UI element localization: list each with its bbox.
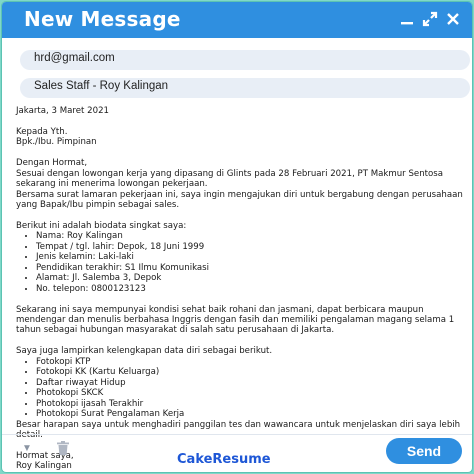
letter-intro-2: Bersama surat lamaran pekerjaan ini, say… <box>16 189 463 211</box>
bio-item-gender: Jenis kelamin: Laki-laki <box>36 252 464 262</box>
attachment-item: Fotokopi KK (Kartu Keluarga) <box>36 367 464 377</box>
brand-logo: CakeResume <box>177 452 271 467</box>
attachment-item: Photokopi ijasah Terakhir <box>36 399 464 409</box>
expand-icon[interactable] <box>421 10 439 28</box>
bio-list: Nama: Roy Kalingan Tempat / tgl. lahir: … <box>16 231 464 294</box>
attachment-item: Photokopi Surat Pengalaman Kerja <box>36 409 464 419</box>
bio-item-address: Alamat: Jl. Salemba 3, Depok <box>36 273 464 283</box>
compose-window: New Message hrd@gmail.com Sales Staff - … <box>2 2 472 472</box>
bio-item-birth: Tempat / tgl. lahir: Depok, 18 Juni 1999 <box>36 242 464 252</box>
attachment-item: Photokopi SKCK <box>36 388 464 398</box>
letter-intro-1: Sesuai dengan lowongan kerja yang dipasa… <box>16 168 444 190</box>
close-icon[interactable] <box>444 10 462 28</box>
subject-field-value: Sales Staff - Roy Kalingan <box>34 80 169 92</box>
trash-icon[interactable] <box>57 441 69 455</box>
minimize-icon[interactable] <box>398 10 416 28</box>
attachment-item: Fotokopi KTP <box>36 357 464 367</box>
bio-heading: Berikut ini adalah biodata singkat saya: <box>16 220 187 231</box>
letter-body-paragraph: Sekarang ini saya mempunyai kondisi seha… <box>16 304 455 336</box>
letter-recipient-line-1: Kepada Yth. <box>16 126 68 137</box>
message-body[interactable]: Jakarta, 3 Maret 2021 Kepada Yth. Bpk./I… <box>16 106 464 472</box>
send-button[interactable]: Send <box>386 438 462 464</box>
to-field[interactable]: hrd@gmail.com <box>20 50 470 70</box>
footer-divider <box>2 434 472 435</box>
bio-item-phone: No. telepon: 0800123123 <box>36 284 464 294</box>
bio-item-name: Nama: Roy Kalingan <box>36 231 464 241</box>
title-bar: New Message <box>2 2 472 38</box>
attachments-heading: Saya juga lampirkan kelengkapan data dir… <box>16 346 273 357</box>
attachment-item: Daftar riwayat Hidup <box>36 378 464 388</box>
letter-recipient-line-2: Bpk./Ibu. Pimpinan <box>16 137 97 148</box>
chevron-down-icon[interactable]: ▼ <box>22 443 32 454</box>
letter-greeting: Dengan Hormat, <box>16 158 88 169</box>
window-title: New Message <box>24 7 181 31</box>
bio-item-education: Pendidikan terakhir: S1 Ilmu Komunikasi <box>36 263 464 273</box>
letter-date: Jakarta, 3 Maret 2021 <box>16 106 110 116</box>
subject-field[interactable]: Sales Staff - Roy Kalingan <box>20 78 470 98</box>
to-field-value: hrd@gmail.com <box>34 52 115 64</box>
attachments-list: Fotokopi KTP Fotokopi KK (Kartu Keluarga… <box>16 357 464 420</box>
